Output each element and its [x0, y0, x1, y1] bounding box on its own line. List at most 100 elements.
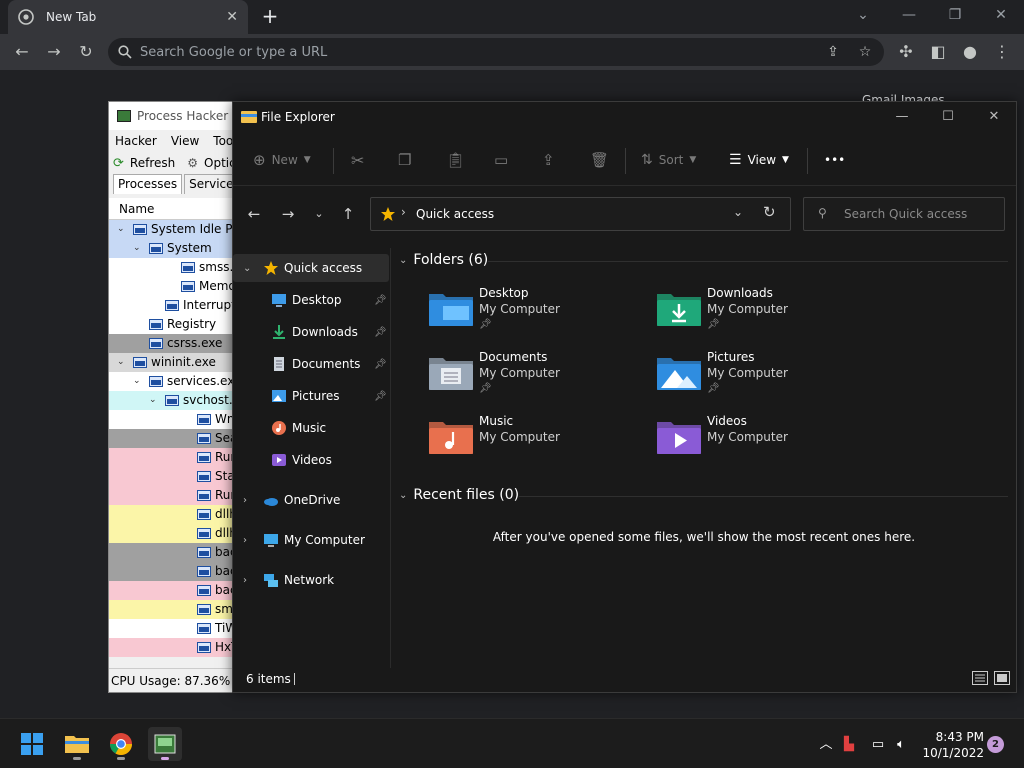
details-view-icon[interactable]	[972, 671, 988, 685]
nav-item-onedrive[interactable]: › OneDrive	[233, 486, 389, 514]
fe-close-icon[interactable]: ✕	[984, 108, 1004, 126]
new-label: New	[271, 153, 298, 167]
fe-minimize-icon[interactable]: —	[892, 108, 912, 126]
process-icon	[149, 243, 163, 254]
chrome-menu-icon[interactable]: ⋮	[991, 41, 1013, 63]
folder-tile-pictures[interactable]: Pictures My Computer 📌︎	[657, 350, 877, 410]
nav-item-quick-access[interactable]: ⌄ Quick access	[233, 254, 389, 282]
fe-recent-chevron-icon[interactable]: ⌄	[308, 203, 330, 225]
taskbar-chrome[interactable]	[104, 727, 138, 761]
folder-tile-documents[interactable]: Documents My Computer 📌︎	[429, 350, 649, 410]
network-icon[interactable]: ▭	[869, 736, 887, 754]
notification-badge[interactable]: 2	[987, 736, 1004, 753]
expand-chevron-icon[interactable]: ⌄	[149, 391, 159, 410]
fe-navigation-pane: ⌄ Quick access Desktop 📌︎ Downloads 📌︎ Documen…	[233, 248, 391, 668]
sort-icon: ⇅	[641, 152, 653, 168]
folder-name: Documents	[479, 350, 548, 364]
forward-icon[interactable]: →	[43, 41, 65, 63]
folders-section-header[interactable]: ⌄ Folders (6)	[399, 252, 488, 268]
chevron-right-icon[interactable]: ›	[243, 575, 247, 586]
address-refresh-icon[interactable]: ↻	[763, 203, 776, 221]
expand-chevron-icon[interactable]: ⌄	[133, 372, 143, 391]
fe-address-bar[interactable]: › Quick access ⌄ ↻	[370, 197, 791, 231]
picture-icon	[271, 388, 287, 404]
system-clock[interactable]: 8:43 PM 10/1/2022	[914, 729, 984, 761]
tab-search-icon[interactable]: ⌄	[851, 4, 875, 26]
taskbar-file-explorer[interactable]	[60, 727, 94, 761]
new-tab-button[interactable]: +	[258, 4, 282, 28]
nav-item-network[interactable]: › Network	[233, 566, 389, 594]
nav-item-documents[interactable]: Documents 📌︎	[233, 350, 389, 378]
close-icon[interactable]: ✕	[989, 4, 1013, 26]
process-icon	[197, 414, 211, 425]
copy-icon[interactable]: ❐	[398, 140, 411, 180]
fe-forward-icon[interactable]: →	[277, 203, 299, 225]
more-options-button[interactable]: •••	[824, 140, 845, 180]
fe-up-icon[interactable]: ↑	[337, 203, 359, 225]
chevron-right-icon[interactable]: ›	[243, 535, 247, 546]
process-hacker-tray-icon[interactable]: ▙	[840, 736, 858, 754]
chevron-right-icon[interactable]: ›	[243, 495, 247, 506]
omnibox[interactable]: Search Google or type a URL ⇪ ☆	[108, 38, 884, 66]
expand-chevron-icon[interactable]: ⌄	[117, 220, 127, 239]
folder-tile-music[interactable]: Music My Computer	[429, 414, 649, 474]
reload-icon[interactable]: ↻	[75, 41, 97, 63]
delete-icon[interactable]: 🗑︎	[590, 140, 609, 180]
recent-section-header[interactable]: ⌄ Recent files (0)	[399, 487, 519, 503]
star-icon	[263, 260, 279, 276]
minimize-icon[interactable]: —	[897, 4, 921, 26]
fe-back-icon[interactable]: ←	[243, 203, 265, 225]
ph-menu-view[interactable]: View	[171, 134, 199, 148]
chevron-down-icon[interactable]: ⌄	[243, 263, 251, 274]
ph-menu-hacker[interactable]: Hacker	[115, 134, 157, 148]
tiles-view-icon[interactable]	[994, 671, 1010, 685]
nav-item-music[interactable]: Music	[233, 414, 389, 442]
folders-heading: Folders (6)	[413, 252, 489, 268]
nav-item-my-computer[interactable]: › My Computer	[233, 526, 389, 554]
ph-tab-processes[interactable]: Processes	[113, 174, 183, 194]
share-icon[interactable]: ⇪	[542, 140, 555, 180]
fe-search-box[interactable]: ⚲ Search Quick access	[803, 197, 1005, 231]
chrome-tab-new-tab[interactable]: New Tab ✕	[8, 0, 248, 34]
cut-icon[interactable]: ✂	[351, 140, 364, 180]
file-explorer-window: File Explorer — ☐ ✕ ⊕ New ▼ ✂ ❐ 📋︎ ▭ ⇪ 🗑…	[232, 101, 1017, 693]
bookmark-star-icon[interactable]: ☆	[854, 41, 876, 63]
share-icon[interactable]: ⇪	[822, 41, 844, 63]
rename-icon[interactable]: ▭	[494, 140, 508, 180]
nav-item-videos[interactable]: Videos	[233, 446, 389, 474]
show-hidden-icons-icon[interactable]: ︿	[817, 736, 835, 754]
fe-title: File Explorer	[261, 110, 335, 124]
start-button[interactable]	[15, 727, 49, 761]
view-button[interactable]: ☰ View ▼	[729, 140, 789, 180]
sort-button[interactable]: ⇅ Sort ▼	[641, 140, 696, 180]
expand-chevron-icon[interactable]: ⌄	[133, 239, 143, 258]
tab-close-icon[interactable]: ✕	[226, 9, 238, 25]
extensions-icon[interactable]: ✣	[895, 41, 917, 63]
ph-options-button[interactable]: Optic	[204, 156, 236, 170]
folder-tile-videos[interactable]: Videos My Computer	[657, 414, 877, 474]
nav-item-downloads[interactable]: Downloads 📌︎	[233, 318, 389, 346]
process-icon	[197, 471, 211, 482]
new-button[interactable]: ⊕ New ▼	[253, 140, 311, 180]
paste-icon[interactable]: 📋︎	[446, 140, 465, 180]
address-dropdown-icon[interactable]: ⌄	[733, 205, 743, 219]
folder-tile-downloads[interactable]: Downloads My Computer 📌︎	[657, 286, 877, 346]
back-icon[interactable]: ←	[11, 41, 33, 63]
folder-tile-desktop[interactable]: Desktop My Computer 📌︎	[429, 286, 649, 346]
restore-icon[interactable]: ❐	[943, 4, 967, 26]
volume-icon[interactable]: 🔈︎	[892, 736, 910, 754]
omnibox-placeholder: Search Google or type a URL	[140, 44, 328, 60]
nav-item-pictures[interactable]: Pictures 📌︎	[233, 382, 389, 410]
side-panel-icon[interactable]: ◧	[927, 41, 949, 63]
profile-icon[interactable]: ●	[959, 41, 981, 63]
nav-item-desktop[interactable]: Desktop 📌︎	[233, 286, 389, 314]
fe-maximize-icon[interactable]: ☐	[938, 108, 958, 126]
taskbar-process-hacker[interactable]	[148, 727, 182, 761]
pin-icon: 📌︎	[374, 390, 387, 402]
process-icon	[165, 395, 179, 406]
ph-refresh-button[interactable]: Refresh	[130, 156, 175, 170]
process-icon	[181, 262, 195, 273]
expand-chevron-icon[interactable]: ⌄	[117, 353, 127, 372]
process-icon	[197, 528, 211, 539]
cmd-separator	[625, 148, 626, 174]
